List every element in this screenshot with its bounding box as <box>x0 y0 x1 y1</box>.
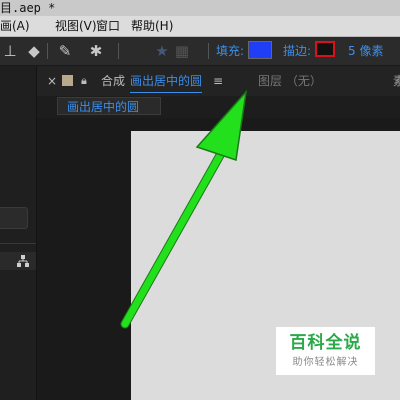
annotation-arrow-icon <box>120 89 248 329</box>
